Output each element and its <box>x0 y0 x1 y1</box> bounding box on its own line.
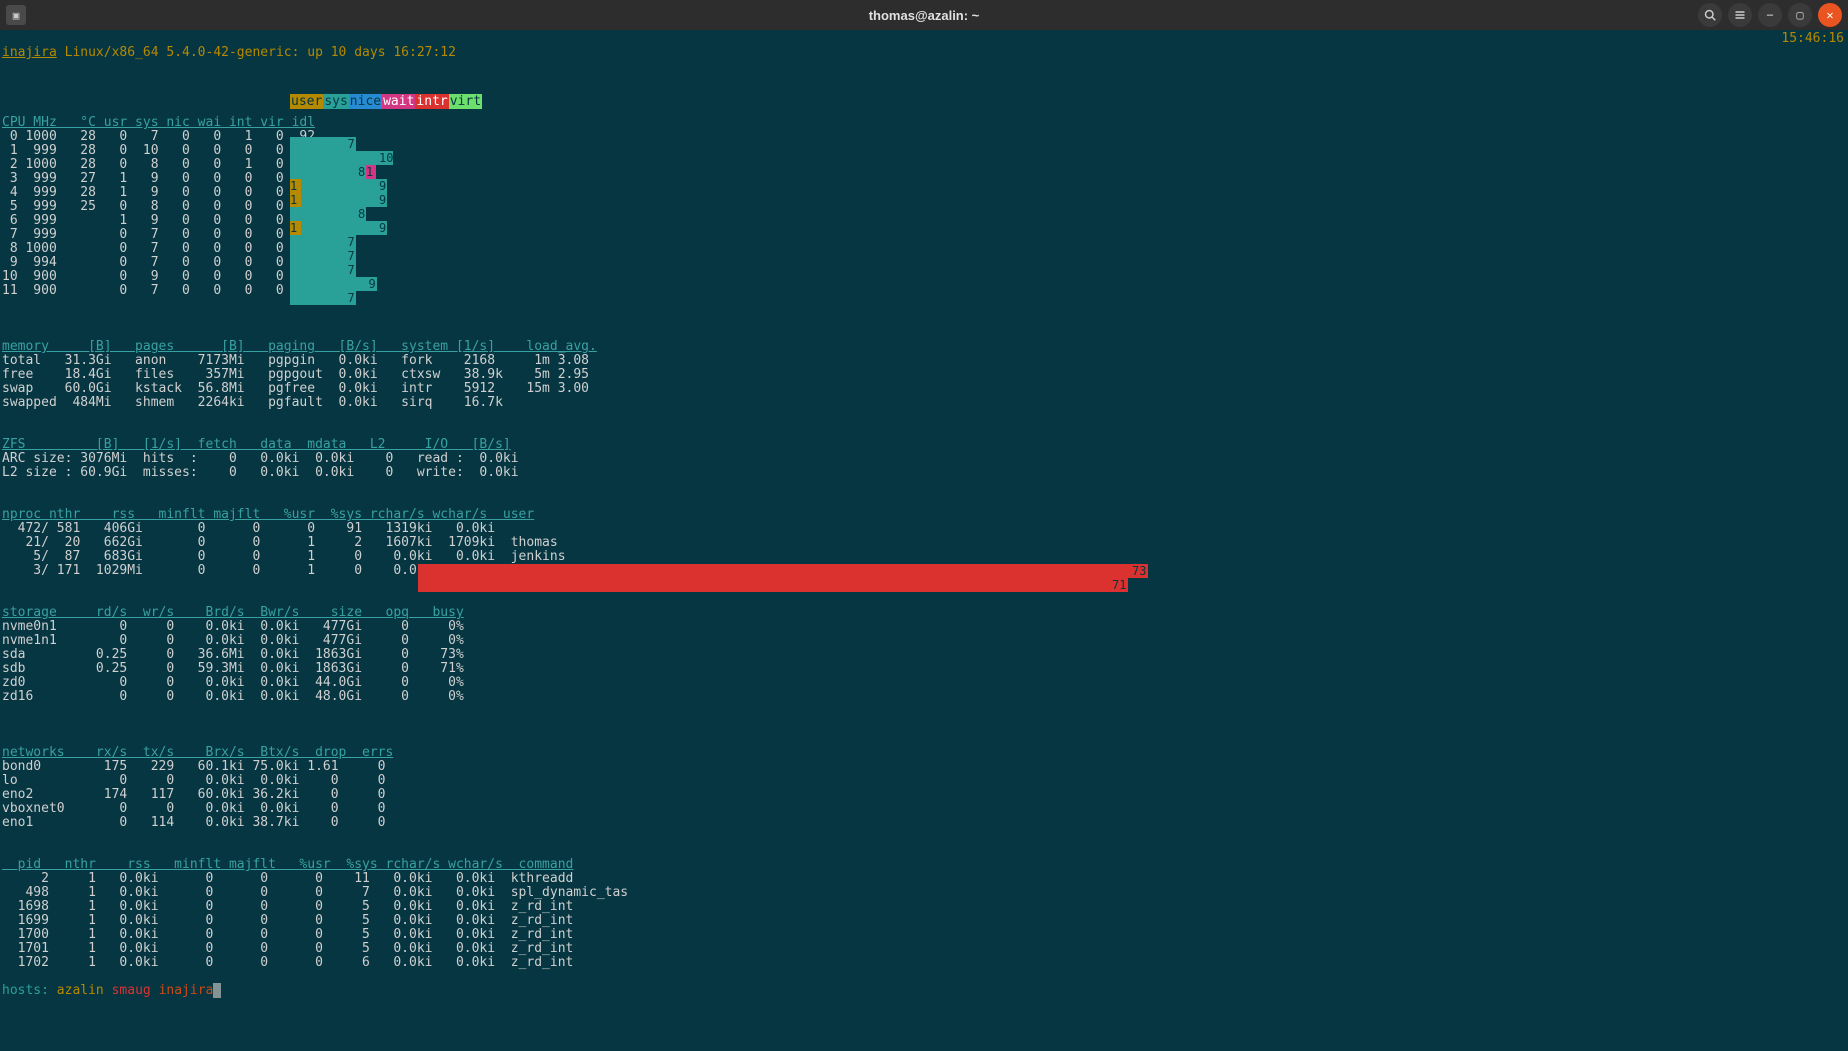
data-row: swapped 484Mi shmem 2264ki pgfault 0.0ki… <box>2 396 1846 410</box>
cpu-bar-row: 9 <box>290 277 398 291</box>
storage-bargraph: 7371 <box>418 536 1418 620</box>
data-row: 1 999 28 0 10 0 0 0 0 90 <box>2 144 1846 158</box>
cpu-bar-row: 7 <box>290 137 398 151</box>
cpu-bar-row: 10 <box>290 151 398 165</box>
storage-bar-row <box>418 606 1418 620</box>
data-row: 10 900 0 9 0 0 0 0 91 <box>2 270 1846 284</box>
networks-header: networks rx/s tx/s Brx/s Btx/s drop errs <box>2 745 393 760</box>
data-row: nvme1n1 0 0 0.0ki 0.0ki 477Gi 0 0% <box>2 634 1846 648</box>
cpu-bar-row: 7 <box>290 235 398 249</box>
data-row: bond0 175 229 60.1ki 75.0ki 1.61 0 <box>2 760 1846 774</box>
data-row: 3 999 27 1 9 0 0 0 0 90 <box>2 172 1846 186</box>
maximize-button[interactable]: ▢ <box>1788 3 1812 27</box>
storage-bar-row <box>418 592 1418 606</box>
data-row: 1699 1 0.0ki 0 0 0 5 0.0ki 0.0ki z_rd_in… <box>2 914 1846 928</box>
data-row: 6 999 1 9 0 0 0 0 91 <box>2 214 1846 228</box>
cpu-bar-row: 19 <box>290 221 398 235</box>
zfs-header: ZFS [B] [1/s] fetch data mdata L2 I/O [B… <box>2 437 511 452</box>
data-row: 1698 1 0.0ki 0 0 0 5 0.0ki 0.0ki z_rd_in… <box>2 900 1846 914</box>
data-row: 2 1 0.0ki 0 0 0 11 0.0ki 0.0ki kthreadd <box>2 872 1846 886</box>
cpu-bar-row: 19 <box>290 179 398 193</box>
data-row: zd0 0 0 0.0ki 0.0ki 44.0Gi 0 0% <box>2 676 1846 690</box>
data-row: 9 994 0 7 0 0 0 0 93 <box>2 256 1846 270</box>
data-row: free 18.4Gi files 357Mi pgpgout 0.0ki ct… <box>2 368 1846 382</box>
data-row: 1700 1 0.0ki 0 0 0 5 0.0ki 0.0ki z_rd_in… <box>2 928 1846 942</box>
cpu-bar-row: 81 <box>290 165 398 179</box>
data-row: sdb 0.25 0 59.3Mi 0.0ki 1863Gi 0 71% <box>2 662 1846 676</box>
hosts-line[interactable]: hosts: azalin smaug inajira <box>2 983 221 998</box>
cpu-legend: usersysnicewaitintrvirt <box>290 95 482 109</box>
data-row: eno2 174 117 60.0ki 36.2ki 0 0 <box>2 788 1846 802</box>
data-row: zd16 0 0 0.0ki 0.0ki 48.0Gi 0 0% <box>2 690 1846 704</box>
procs-header: pid nthr rss minflt majflt %usr %sys rch… <box>2 857 573 872</box>
nproc-header: nproc nthr rss minflt majflt %usr %sys r… <box>2 507 534 522</box>
data-row: swap 60.0Gi kstack 56.8Mi pgfree 0.0ki i… <box>2 382 1846 396</box>
data-row: 7 999 0 7 0 0 0 0 93 <box>2 228 1846 242</box>
cpu-bar-row: 7 <box>290 291 398 305</box>
data-row: 1701 1 0.0ki 0 0 0 5 0.0ki 0.0ki z_rd_in… <box>2 942 1846 956</box>
zfs-rows: ARC size: 3076Mi hits : 0 0.0ki 0.0ki 0 … <box>2 452 1846 480</box>
titlebar: ▣ thomas@azalin: ~ − ▢ ✕ <box>0 0 1848 30</box>
process-rows: 2 1 0.0ki 0 0 0 11 0.0ki 0.0ki kthreadd … <box>2 872 1846 970</box>
data-row: 8 1000 0 7 0 0 0 0 93 <box>2 242 1846 256</box>
data-row: nvme0n1 0 0 0.0ki 0.0ki 477Gi 0 0% <box>2 620 1846 634</box>
cpu-bar-row: 19 <box>290 193 398 207</box>
storage-bar-row: 73 <box>418 564 1418 578</box>
data-row: eno1 0 114 0.0ki 38.7ki 0 0 <box>2 816 1846 830</box>
data-row: 498 1 0.0ki 0 0 0 7 0.0ki 0.0ki spl_dyna… <box>2 886 1846 900</box>
data-row: 0 1000 28 0 7 0 0 1 0 92 <box>2 130 1846 144</box>
minimize-button[interactable]: − <box>1758 3 1782 27</box>
storage-bar-row: 71 <box>418 578 1418 592</box>
hamburger-icon <box>1734 9 1746 21</box>
cpu-bar-row: 7 <box>290 249 398 263</box>
memory-rows: total 31.3Gi anon 7173Mi pgpgin 0.0ki fo… <box>2 354 1846 410</box>
cpu-bar-row: 8 <box>290 207 398 221</box>
data-row: vboxnet0 0 0 0.0ki 0.0ki 0 0 <box>2 802 1846 816</box>
data-row: 2 1000 28 0 8 0 0 1 0 91 <box>2 158 1846 172</box>
search-button[interactable] <box>1698 3 1722 27</box>
data-row: sda 0.25 0 36.6Mi 0.0ki 1863Gi 0 73% <box>2 648 1846 662</box>
storage-header: storage rd/s wr/s Brd/s Bwr/s size opq b… <box>2 605 464 620</box>
memory-header: memory [B] pages [B] paging [B/s] system… <box>2 339 597 354</box>
app-icon[interactable]: ▣ <box>6 5 26 25</box>
data-row: 11 900 0 7 0 0 0 0 93 <box>2 284 1846 298</box>
search-icon <box>1704 9 1716 21</box>
cpu-rows: 0 1000 28 0 7 0 0 1 0 92 1 999 28 0 10 0… <box>2 130 1846 298</box>
data-row: L2 size : 60.9Gi misses: 0 0.0ki 0.0ki 0… <box>2 466 1846 480</box>
menu-button[interactable] <box>1728 3 1752 27</box>
cpu-bar-row: 7 <box>290 263 398 277</box>
storage-bar-row <box>418 536 1418 550</box>
storage-rows: nvme0n1 0 0 0.0ki 0.0ki 477Gi 0 0%nvme1n… <box>2 620 1846 704</box>
terminal-body[interactable]: inajira Linux/x86_64 5.4.0-42-generic: u… <box>0 30 1848 1051</box>
window-title: thomas@azalin: ~ <box>869 8 980 23</box>
clock: 15:46:16 <box>1781 32 1844 46</box>
data-row: 1702 1 0.0ki 0 0 0 6 0.0ki 0.0ki z_rd_in… <box>2 956 1846 970</box>
data-row: 472/ 581 406Gi 0 0 0 91 1319ki 0.0ki <box>2 522 1846 536</box>
data-row: 4 999 28 1 9 0 0 0 0 90 <box>2 186 1846 200</box>
cpu-header: CPU MHz °C usr sys nic wai int vir idl <box>2 115 315 130</box>
data-row: ARC size: 3076Mi hits : 0 0.0ki 0.0ki 0 … <box>2 452 1846 466</box>
close-button[interactable]: ✕ <box>1818 3 1842 27</box>
network-rows: bond0 175 229 60.1ki 75.0ki 1.61 0lo 0 0… <box>2 760 1846 830</box>
data-row: lo 0 0 0.0ki 0.0ki 0 0 <box>2 774 1846 788</box>
data-row: total 31.3Gi anon 7173Mi pgpgin 0.0ki fo… <box>2 354 1846 368</box>
cpu-bargraph: usersysnicewaitintrvirt 7108119198197779… <box>290 67 482 319</box>
storage-bar-row <box>418 550 1418 564</box>
data-row: 5 999 25 0 8 0 0 0 0 92 <box>2 200 1846 214</box>
system-topline: inajira Linux/x86_64 5.4.0-42-generic: u… <box>2 45 456 60</box>
